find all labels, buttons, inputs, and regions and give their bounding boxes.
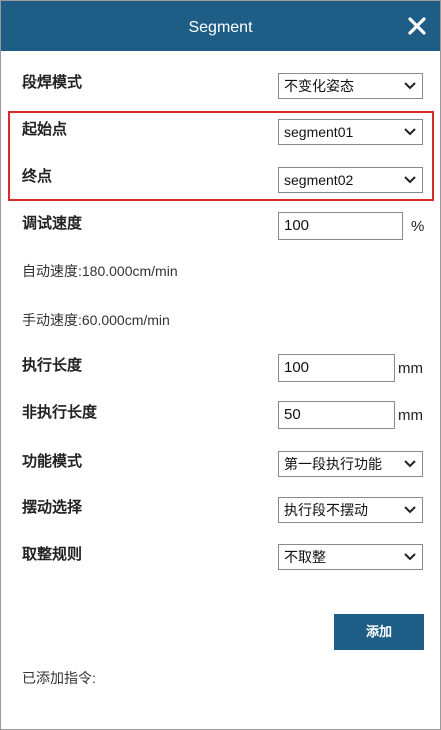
end-point-select[interactable]: segment02 <box>278 167 423 193</box>
weld-mode-value: 不变化姿态 <box>284 78 354 94</box>
exec-length-unit: mm <box>398 360 423 377</box>
swing-select-value: 执行段不摆动 <box>284 502 368 518</box>
added-instructions-label: 已添加指令: <box>22 670 96 686</box>
non-exec-length-unit: mm <box>398 407 423 424</box>
close-icon[interactable] <box>404 13 430 39</box>
rounding-rule-value: 不取整 <box>284 549 326 565</box>
debug-speed-label: 调试速度 <box>22 215 83 232</box>
segment-dialog: Segment 段焊模式 不变化姿态 起始点 segment01 终点 segm… <box>0 0 441 730</box>
start-point-value: segment01 <box>284 124 354 140</box>
swing-select-label: 摆动选择 <box>22 499 83 516</box>
chevron-down-icon <box>404 82 416 90</box>
exec-length-label: 执行长度 <box>22 357 83 374</box>
function-mode-value: 第一段执行功能 <box>284 456 382 472</box>
debug-speed-unit: % <box>411 218 425 235</box>
manual-speed-text: 手动速度:60.000cm/min <box>22 312 170 328</box>
chevron-down-icon <box>404 553 416 561</box>
function-mode-select[interactable]: 第一段执行功能 <box>278 451 423 477</box>
add-button[interactable]: 添加 <box>334 614 424 650</box>
start-point-label: 起始点 <box>22 121 68 138</box>
title-bar: Segment <box>1 1 440 51</box>
dialog-title: Segment <box>188 19 253 36</box>
non-exec-length-label: 非执行长度 <box>22 404 98 421</box>
chevron-down-icon <box>404 176 416 184</box>
chevron-down-icon <box>404 506 416 514</box>
end-point-label: 终点 <box>22 168 53 185</box>
rounding-rule-label: 取整规则 <box>22 546 83 563</box>
function-mode-label: 功能模式 <box>22 453 83 470</box>
chevron-down-icon <box>404 128 416 136</box>
weld-mode-select[interactable]: 不变化姿态 <box>278 73 423 99</box>
chevron-down-icon <box>404 460 416 468</box>
rounding-rule-select[interactable]: 不取整 <box>278 544 423 570</box>
debug-speed-input[interactable]: 100 <box>278 212 403 240</box>
start-point-select[interactable]: segment01 <box>278 119 423 145</box>
non-exec-length-input[interactable]: 50 <box>278 401 395 429</box>
weld-mode-label: 段焊模式 <box>22 74 83 91</box>
end-point-value: segment02 <box>284 172 354 188</box>
exec-length-input[interactable]: 100 <box>278 354 395 382</box>
swing-select-dropdown[interactable]: 执行段不摆动 <box>278 497 423 523</box>
auto-speed-text: 自动速度:180.000cm/min <box>22 263 178 279</box>
